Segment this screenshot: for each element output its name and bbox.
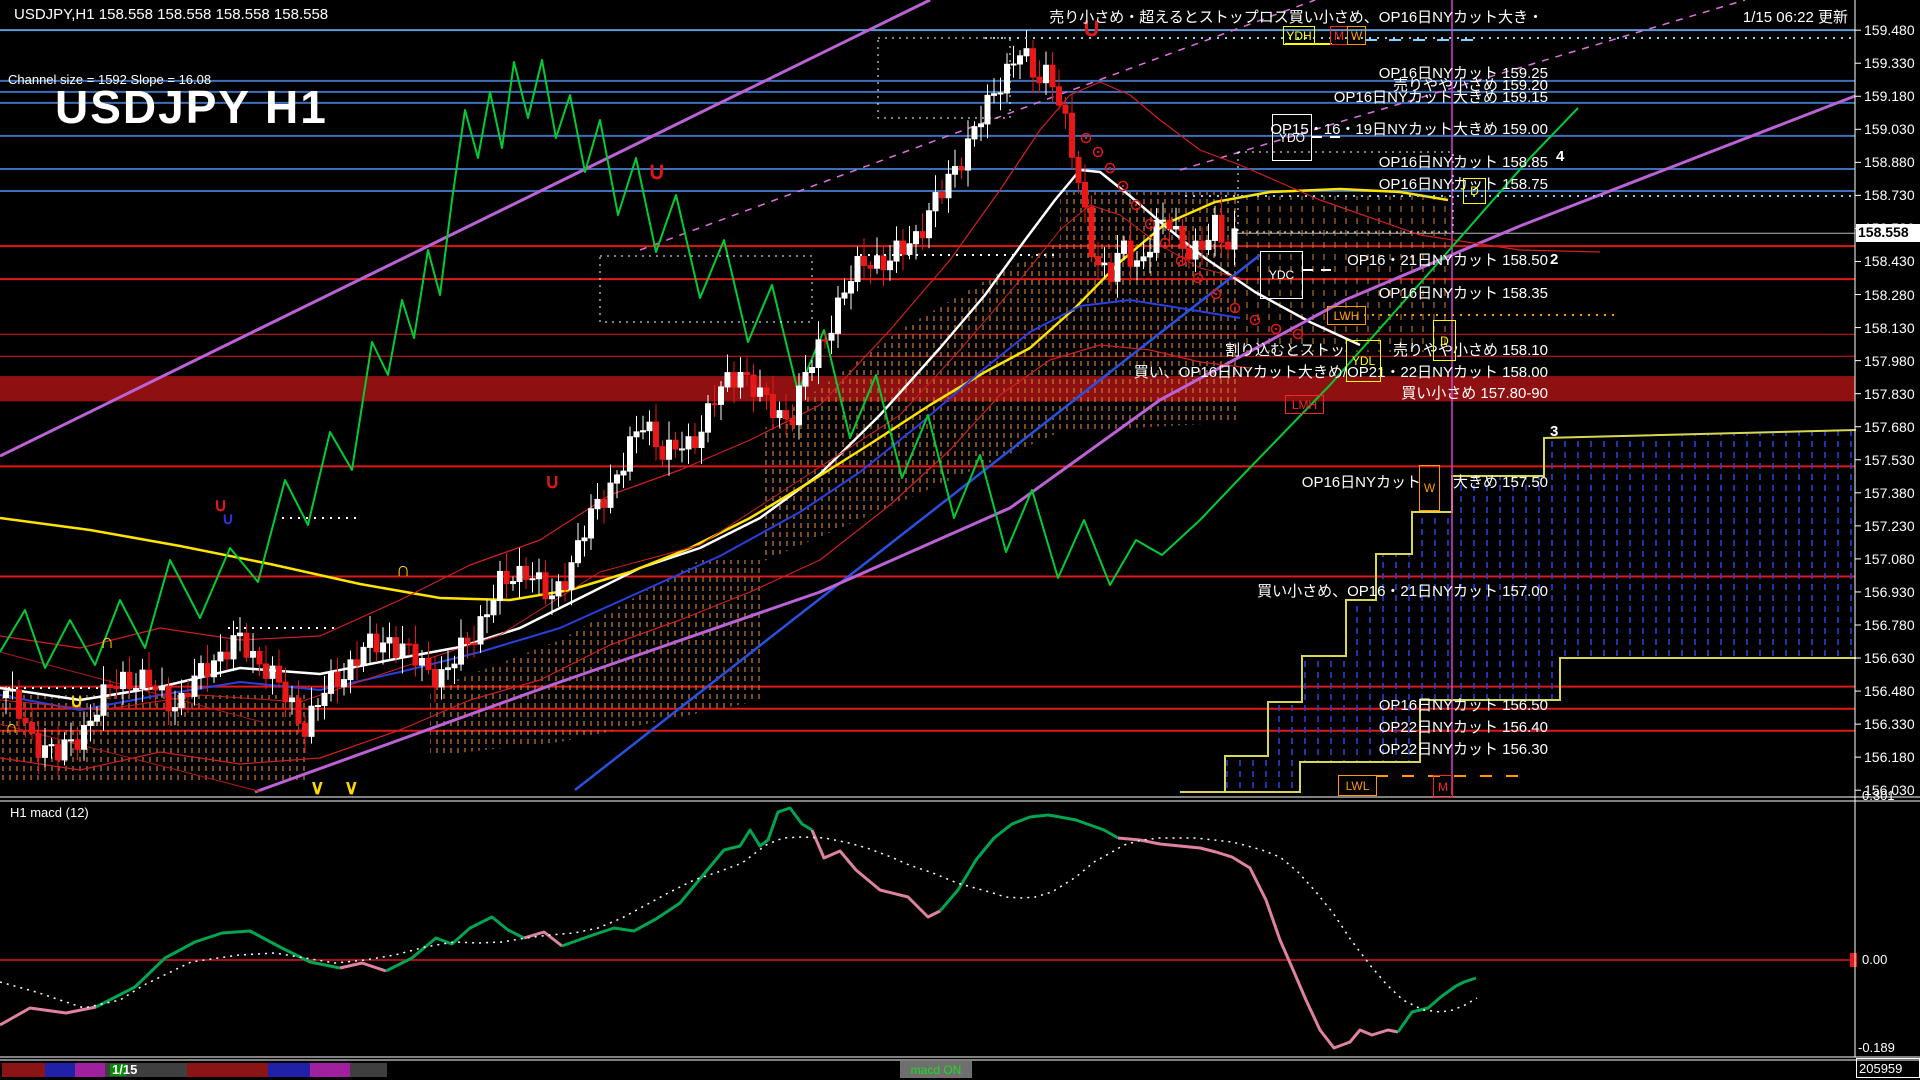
marker-label-box: LWL <box>1338 775 1377 796</box>
price-axis-tick: 157.530 <box>1864 452 1915 468</box>
arrow-symbol: ∨ <box>310 778 325 798</box>
marker-label-box: LMH <box>1285 395 1324 414</box>
marker-label-box: YDH <box>1283 26 1315 45</box>
marker-label-box: YDC <box>1260 251 1303 299</box>
price-axis-tick: 159.480 <box>1864 22 1915 38</box>
price-level-annotation: OP16・21日NYカット 158.50 <box>1347 249 1548 270</box>
marker-label-box: W <box>1347 26 1366 45</box>
price-level-annotation: OP15・16・19日NYカット大きめ 159.00 <box>1270 118 1548 139</box>
price-axis-tick: 158.280 <box>1864 287 1915 303</box>
price-level-annotation: 割り込むとストッ <box>1225 339 1345 360</box>
wave-count-label: 3 <box>1550 423 1558 440</box>
macd-axis-max: 0.301 <box>1862 788 1895 803</box>
marker-label-box: M <box>1433 775 1453 798</box>
price-level-annotation: 売りやや小さめ 158.10 <box>1393 339 1548 360</box>
arrow-symbol: ∩ <box>396 560 410 580</box>
arrow-symbol: ∪ <box>648 160 666 184</box>
macd-axis-min: -0.189 <box>1858 1040 1895 1055</box>
arrow-symbol: ∨ <box>344 778 359 798</box>
price-axis-tick: 159.030 <box>1864 121 1915 137</box>
trading-chart-window: 159.480 159.330 159.180 159.030 158.880 158.7… <box>0 0 1920 1080</box>
price-axis-tick: 156.330 <box>1864 716 1915 732</box>
price-axis-tick: 157.080 <box>1864 551 1915 567</box>
update-timestamp: 1/15 06:22 更新 <box>1743 6 1848 27</box>
price-axis-tick: 158.880 <box>1864 154 1915 170</box>
price-axis-tick: 156.930 <box>1864 584 1915 600</box>
marker-label-box: D <box>1463 178 1486 204</box>
arrow-symbol: ∪ <box>545 472 560 492</box>
marker-label-box: W <box>1419 465 1440 511</box>
macd-axis-zero: 0.00 <box>1862 952 1887 967</box>
tick-counter: 205959 <box>1856 1058 1920 1078</box>
marker-label-box: YDO <box>1272 114 1312 161</box>
marker-label-box: LWH <box>1327 306 1366 325</box>
price-level-annotation: OP16日NYカット大きめ 159.15 <box>1334 86 1548 107</box>
price-axis-tick: 156.180 <box>1864 749 1915 765</box>
price-level-annotation: OP22日NYカット 156.40 <box>1379 716 1548 737</box>
price-axis-tick: 158.430 <box>1864 253 1915 269</box>
price-level-annotation: OP16日NYカット 156.50 <box>1379 694 1548 715</box>
wave-count-label: 4 <box>1556 148 1564 165</box>
marker-label-box: YDL <box>1346 340 1381 382</box>
price-axis-tick: 159.330 <box>1864 55 1915 71</box>
price-axis-tick: 158.130 <box>1864 320 1915 336</box>
price-axis-tick: 157.980 <box>1864 353 1915 369</box>
price-chart-svg <box>0 0 1920 1080</box>
price-axis-tick: 156.780 <box>1864 617 1915 633</box>
price-level-annotation: 買い小さめ 157.80-90 <box>1401 382 1548 403</box>
macd-panel-label: H1 macd (12) <box>10 805 89 820</box>
arrow-symbol: ∪ <box>222 512 234 528</box>
page-title: USDJPY H1 <box>55 80 328 134</box>
arrow-symbol: ∪ <box>70 692 83 710</box>
ichimoku-clouds <box>0 192 1856 792</box>
price-level-annotation: 買い、OP16日NYカット大きめ/OP21・22日NYカット 158.00 <box>1134 361 1548 382</box>
top-annotation: 売り小さめ・超えるとストップロス買い小さめ、OP16日NYカット大き・ <box>1049 6 1543 27</box>
price-axis-tick: 157.830 <box>1864 386 1915 402</box>
date-marker: 1/15 <box>112 1062 137 1077</box>
price-axis-tick: 158.730 <box>1864 187 1915 203</box>
macd-on-button[interactable]: macd ON <box>900 1061 972 1078</box>
price-level-annotation: OP22日NYカット 156.30 <box>1379 738 1548 759</box>
price-level-annotation: OP16日NYカット 158.85 <box>1379 151 1548 172</box>
price-axis-tick: 157.680 <box>1864 419 1915 435</box>
price-axis-tick: 156.630 <box>1864 650 1915 666</box>
current-price-badge: 158.558 <box>1856 224 1920 242</box>
arrow-symbol: ∩ <box>5 718 18 736</box>
price-axis-tick: 157.380 <box>1864 485 1915 501</box>
macd-indicator <box>0 808 1857 1048</box>
arrow-symbol: ∩ <box>100 632 114 652</box>
price-level-annotation: 大きめ 157.50 <box>1453 471 1548 492</box>
price-axis-tick: 157.230 <box>1864 518 1915 534</box>
price-axis-tick: 156.480 <box>1864 683 1915 699</box>
wave-count-label: 2 <box>1550 251 1558 268</box>
price-level-annotation: OP16日NYカット <box>1302 471 1421 492</box>
marker-label-box: D <box>1433 320 1456 361</box>
marker-label-box: M <box>1330 26 1348 45</box>
price-level-annotation: OP16日NYカット 158.35 <box>1379 282 1548 303</box>
price-axis-tick: 159.180 <box>1864 88 1915 104</box>
chart-title-bar: USDJPY,H1 158.558 158.558 158.558 158.55… <box>14 6 328 23</box>
price-level-annotation: 買い小さめ、OP16・21日NYカット 157.00 <box>1257 580 1548 601</box>
